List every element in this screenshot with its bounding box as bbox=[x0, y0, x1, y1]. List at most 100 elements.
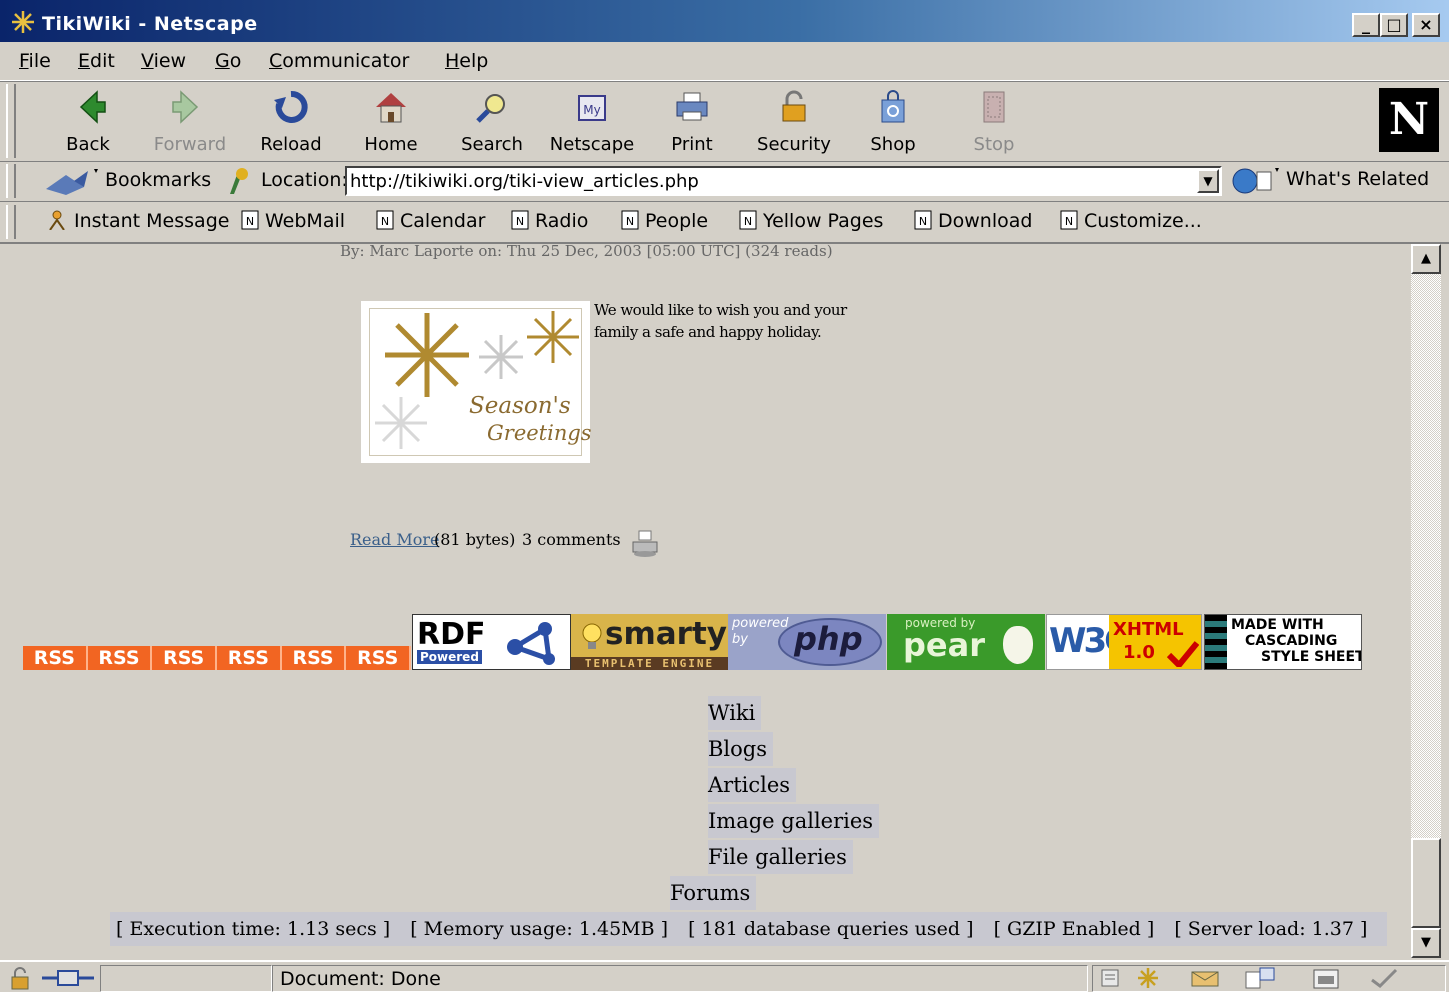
home-icon bbox=[376, 93, 406, 123]
netscape-app-icon bbox=[12, 11, 34, 33]
netscape-logo[interactable]: N bbox=[1379, 88, 1439, 152]
menu-link-blogs[interactable]: Blogs bbox=[708, 732, 774, 766]
composer-icon[interactable] bbox=[1245, 967, 1275, 989]
online-connection-icon[interactable] bbox=[40, 968, 96, 988]
bookmark-page-icon: N bbox=[1060, 210, 1078, 230]
back-button[interactable]: Back bbox=[43, 88, 133, 156]
stop-icon bbox=[983, 91, 1005, 123]
rss-feed-link[interactable]: RSS bbox=[23, 646, 88, 670]
close-button[interactable]: × bbox=[1412, 13, 1440, 37]
instant-message-button[interactable]: Instant Message bbox=[46, 210, 229, 232]
menu-file[interactable]: File bbox=[19, 50, 51, 72]
maximize-button[interactable]: □ bbox=[1380, 13, 1408, 37]
toolbar-grip[interactable] bbox=[6, 164, 16, 198]
url-input[interactable] bbox=[347, 168, 1193, 194]
read-more-link[interactable]: Read More bbox=[350, 530, 440, 549]
download-button[interactable]: N Download bbox=[914, 210, 1032, 232]
rdf-powered-badge[interactable]: RDF Powered bbox=[412, 614, 571, 670]
menu-link-wiki[interactable]: Wiki bbox=[708, 696, 762, 730]
toolbar-grip[interactable] bbox=[6, 205, 16, 239]
svg-text:N: N bbox=[744, 215, 752, 228]
bookmarks-icon[interactable] bbox=[44, 167, 100, 197]
shopping-bag-icon bbox=[881, 90, 905, 123]
menu-go[interactable]: Go bbox=[215, 50, 241, 72]
page-content: By: Marc Laporte on: Thu 25 Dec, 2003 [0… bbox=[8, 244, 1411, 958]
php-powered-badge[interactable]: powered by php bbox=[728, 614, 886, 670]
print-article-icon[interactable] bbox=[630, 528, 660, 558]
menu-help[interactable]: Help bbox=[445, 50, 488, 72]
scroll-up-button[interactable]: ▲ bbox=[1411, 244, 1441, 274]
rss-feed-link[interactable]: RSS bbox=[346, 646, 412, 670]
navigation-toolbar: Back Forward Reload Home Search My Netsc… bbox=[0, 81, 1449, 162]
menu-link-image-galleries[interactable]: Image galleries bbox=[708, 804, 880, 838]
reload-icon bbox=[274, 91, 308, 123]
forward-button[interactable]: Forward bbox=[145, 88, 235, 156]
padlock-icon bbox=[782, 90, 806, 122]
css-badge[interactable]: MADE WITH CASCADING STYLE SHEETS bbox=[1204, 614, 1362, 670]
calendar-button[interactable]: N Calendar bbox=[376, 210, 485, 232]
url-dropdown-button[interactable]: ▼ bbox=[1197, 169, 1219, 193]
url-field[interactable]: ▼ bbox=[345, 166, 1222, 196]
menu-link-forums[interactable]: Forums bbox=[670, 876, 757, 910]
vertical-scrollbar[interactable]: ▲ ▼ bbox=[1411, 244, 1441, 958]
css-stripes bbox=[1205, 615, 1227, 669]
security-button[interactable]: Security bbox=[749, 88, 839, 156]
customize-button[interactable]: N Customize... bbox=[1060, 210, 1202, 232]
yellow-pages-button[interactable]: N Yellow Pages bbox=[739, 210, 883, 232]
menu-link-articles[interactable]: Articles bbox=[708, 768, 797, 802]
lightbulb-icon bbox=[582, 623, 602, 649]
article-image: Season's Greetings bbox=[361, 301, 592, 463]
component-bar-icons bbox=[1101, 967, 1398, 989]
svg-text:N: N bbox=[381, 215, 389, 228]
minimize-button[interactable]: _ bbox=[1352, 13, 1380, 37]
rss-feed-link[interactable]: RSS bbox=[217, 646, 282, 670]
w3c-xhtml-badge[interactable]: W3C XHTML 1.0 bbox=[1046, 614, 1202, 670]
small-gold-snowflake-icon bbox=[527, 311, 579, 363]
toolbar-grip[interactable] bbox=[6, 84, 16, 158]
edit-check-icon[interactable] bbox=[1371, 968, 1398, 988]
whats-related-icon[interactable] bbox=[1231, 166, 1281, 196]
home-button[interactable]: Home bbox=[346, 88, 436, 156]
address-book-icon[interactable] bbox=[1313, 969, 1339, 989]
people-button[interactable]: N People bbox=[621, 210, 708, 232]
reload-button[interactable]: Reload bbox=[246, 88, 336, 156]
smarty-badge[interactable]: smarty TEMPLATE ENGINE bbox=[571, 614, 728, 670]
search-button[interactable]: Search bbox=[447, 88, 537, 156]
print-button[interactable]: Print bbox=[647, 88, 737, 156]
svg-text:N: N bbox=[919, 215, 927, 228]
back-arrow-icon bbox=[79, 90, 106, 124]
webmail-button[interactable]: N WebMail bbox=[241, 210, 345, 232]
my-netscape-button[interactable]: My Netscape bbox=[547, 88, 637, 156]
menu-link-file-galleries[interactable]: File galleries bbox=[708, 840, 853, 874]
execution-time: [ Execution time: 1.13 secs ] bbox=[116, 918, 391, 940]
rss-feed-link[interactable]: RSS bbox=[87, 646, 153, 670]
bookmark-page-icon: N bbox=[739, 210, 757, 230]
radio-button[interactable]: N Radio bbox=[511, 210, 588, 232]
title-bar: TikiWiki - Netscape _ □ × bbox=[0, 0, 1449, 42]
whats-related-button[interactable]: What's Related bbox=[1286, 168, 1429, 190]
netscape-star-icon[interactable] bbox=[1138, 968, 1158, 988]
bookmarks-button[interactable]: Bookmarks bbox=[105, 169, 211, 191]
mail-icon[interactable] bbox=[1191, 971, 1219, 987]
pear-powered-badge[interactable]: powered by pear bbox=[887, 614, 1045, 670]
menu-view[interactable]: View bbox=[141, 50, 186, 72]
svg-text:N: N bbox=[516, 215, 524, 228]
bookmark-page-icon: N bbox=[511, 210, 529, 230]
navigator-icon[interactable] bbox=[1101, 969, 1119, 987]
location-pin-icon bbox=[230, 168, 248, 194]
stop-button[interactable]: Stop bbox=[949, 88, 1039, 156]
checkmark-icon bbox=[1167, 641, 1199, 667]
server-load: [ Server load: 1.37 ] bbox=[1174, 918, 1368, 940]
security-lock-icon[interactable] bbox=[8, 966, 32, 990]
rss-feed-link[interactable]: RSS bbox=[281, 646, 347, 670]
menu-edit[interactable]: Edit bbox=[78, 50, 115, 72]
gold-snowflake-icon bbox=[385, 313, 469, 397]
scroll-thumb[interactable] bbox=[1411, 838, 1441, 928]
scroll-down-button[interactable]: ▼ bbox=[1411, 928, 1441, 958]
bookmark-page-icon: N bbox=[914, 210, 932, 230]
shop-button[interactable]: Shop bbox=[848, 88, 938, 156]
comments-link[interactable]: 3 comments bbox=[522, 530, 621, 549]
rss-feed-link[interactable]: RSS bbox=[152, 646, 218, 670]
menu-communicator[interactable]: Communicator bbox=[269, 50, 409, 72]
bookmark-page-icon: N bbox=[376, 210, 394, 230]
